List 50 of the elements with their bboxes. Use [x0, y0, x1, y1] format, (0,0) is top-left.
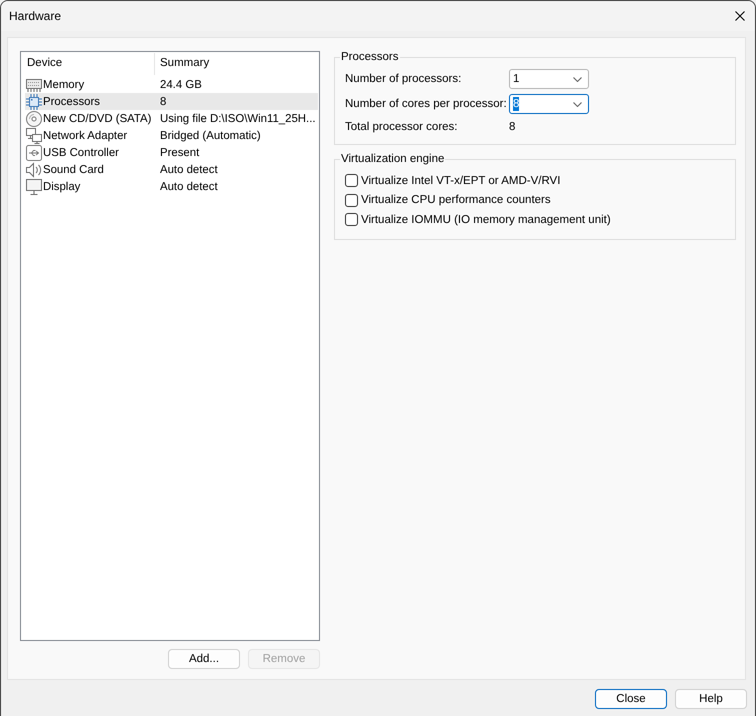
dialog-button[interactable]: Help [675, 689, 747, 709]
device-name: Sound Card [42, 162, 105, 176]
disc-icon [26, 110, 42, 126]
device-summary: Bridged (Automatic) [159, 128, 261, 142]
device-row[interactable]: New CD/DVD (SATA) Using file D:\ISO\Win11_25H... [25, 110, 318, 127]
field-label: Number of cores per processor: [345, 97, 508, 111]
network-monitors-icon [26, 128, 42, 144]
field-label: Total processor cores: [345, 120, 458, 134]
column-header[interactable]: Device [21, 53, 155, 75]
dialog-button[interactable]: Close [595, 689, 667, 709]
device-summary: Auto detect [159, 162, 218, 176]
device-row[interactable]: Memory 24.4 GB [25, 76, 318, 93]
device-name: Network Adapter [42, 128, 128, 142]
device-row[interactable]: Display Auto detect [25, 178, 318, 195]
device-summary: Present [159, 146, 200, 160]
checkbox-label[interactable]: Virtualize CPU performance counters [361, 193, 551, 208]
combo-box[interactable]: 1 [509, 69, 589, 89]
group-title: Virtualization engine [340, 152, 446, 166]
window-title: Hardware [9, 9, 62, 23]
checkbox[interactable] [345, 174, 358, 188]
combo-box[interactable]: 8 [509, 94, 589, 114]
checkbox[interactable] [345, 194, 358, 207]
device-row[interactable]: Processors 8 [25, 93, 318, 110]
group-title: Processors [340, 50, 400, 64]
device-name: Processors [42, 94, 101, 108]
speaker-icon [26, 162, 42, 178]
device-name: Display [42, 180, 82, 194]
chevron-down-icon [573, 76, 582, 82]
device-summary: 24.4 GB [159, 78, 202, 92]
monitor-icon [26, 178, 42, 194]
close-icon[interactable] [735, 11, 745, 21]
column-header[interactable]: Summary [155, 53, 210, 75]
device-name: USB Controller [42, 146, 120, 160]
device-summary: 8 [159, 94, 166, 108]
device-row[interactable]: Sound Card Auto detect [25, 161, 318, 178]
field-label: Number of processors: [345, 72, 462, 86]
checkbox-label[interactable]: Virtualize IOMMU (IO memory management unit) [361, 212, 611, 227]
checkbox-label[interactable]: Virtualize Intel VT-x/EPT or AMD-V/RVI [361, 174, 560, 188]
device-summary: Auto detect [159, 180, 218, 194]
device-row[interactable]: USB Controller Present [25, 144, 318, 161]
device-row[interactable]: Network Adapter Bridged (Automatic) [25, 127, 318, 144]
device-summary: Using file D:\ISO\Win11_25H... [159, 112, 316, 126]
memory-module-icon [26, 76, 42, 92]
push-button[interactable]: Add... [168, 649, 240, 669]
device-name: Memory [42, 78, 86, 92]
field-value: 8 [509, 120, 516, 134]
cpu-chip-icon [26, 94, 42, 110]
chevron-down-icon [573, 102, 582, 106]
device-name: New CD/DVD (SATA) [42, 112, 152, 126]
checkbox[interactable] [345, 213, 358, 226]
